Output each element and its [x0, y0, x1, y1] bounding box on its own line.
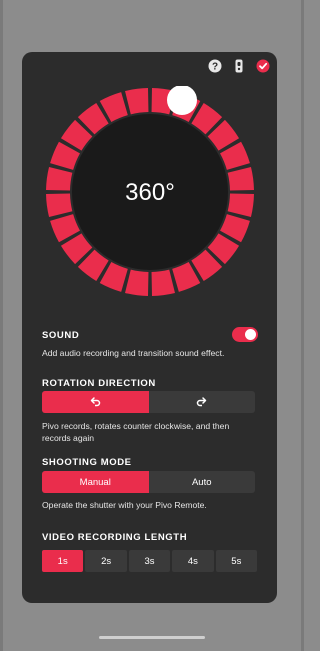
video-length-2s[interactable]: 2s — [85, 550, 127, 572]
dial-segment — [151, 269, 175, 296]
home-indicator — [99, 636, 205, 639]
rotate-counterclockwise-button[interactable] — [42, 391, 149, 413]
checkmark-icon[interactable] — [255, 58, 271, 74]
screen-edge-left — [0, 0, 3, 651]
video-length-5s[interactable]: 5s — [215, 550, 258, 572]
shooting-mode-auto[interactable]: Auto — [149, 471, 256, 493]
dial-segment — [46, 167, 73, 191]
dial-segment — [227, 193, 254, 217]
video-length-selector: 1s 2s 3s 4s 5s — [42, 550, 258, 572]
rotate-clockwise-button[interactable] — [149, 391, 256, 413]
settings-panel: ? 360° SOUND Add audio recording and tra… — [22, 52, 277, 603]
shooting-mode-label: SHOOTING MODE — [42, 457, 132, 468]
rotation-dial-svg[interactable]: 360° — [44, 85, 256, 298]
dial-segment — [125, 88, 149, 115]
video-length-3s[interactable]: 3s — [128, 550, 171, 572]
video-length-4s[interactable]: 4s — [172, 550, 214, 572]
shooting-mode-selector: Manual Auto — [42, 471, 255, 493]
clockwise-icon — [196, 397, 206, 407]
rotation-dial[interactable]: 360° — [44, 85, 256, 298]
svg-text:?: ? — [212, 62, 218, 73]
sound-label: SOUND — [42, 330, 80, 341]
dial-handle[interactable] — [167, 85, 197, 115]
rotation-direction-selector — [42, 391, 255, 413]
sound-description: Add audio recording and transition sound… — [42, 348, 225, 358]
shooting-mode-manual[interactable]: Manual — [42, 471, 149, 493]
dial-segment — [227, 167, 254, 191]
rotation-direction-description: Pivo records, rotates counter clockwise,… — [42, 421, 230, 443]
sound-toggle[interactable] — [232, 327, 258, 342]
dial-segment — [46, 193, 73, 217]
top-icon-bar: ? — [207, 58, 271, 74]
shooting-mode-description: Operate the shutter with your Pivo Remot… — [42, 500, 207, 510]
rotation-direction-label: ROTATION DIRECTION — [42, 378, 156, 389]
screen-edge-right — [301, 0, 304, 651]
video-length-1s[interactable]: 1s — [42, 550, 84, 572]
video-length-label: VIDEO RECORDING LENGTH — [42, 532, 188, 543]
dial-segment — [125, 269, 149, 296]
remote-icon[interactable] — [231, 58, 247, 74]
sound-toggle-knob[interactable] — [245, 329, 256, 340]
rotation-angle-value: 360° — [125, 179, 175, 206]
counterclockwise-icon — [91, 397, 101, 407]
help-icon[interactable]: ? — [207, 58, 223, 74]
